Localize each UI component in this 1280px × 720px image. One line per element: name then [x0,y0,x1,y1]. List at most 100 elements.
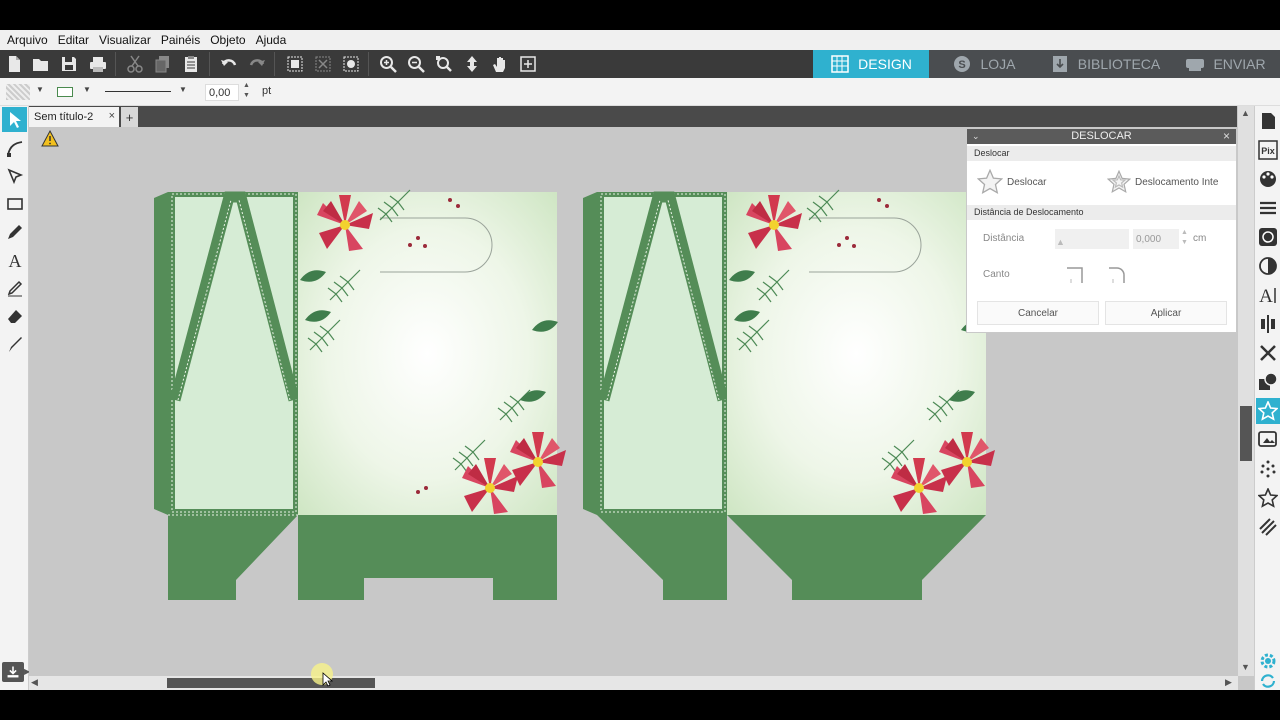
undo-icon[interactable] [217,53,241,75]
sketch-icon[interactable] [1256,456,1280,482]
tab-enviar[interactable]: ENVIAR [1171,50,1280,78]
scroll-down-arrow-icon[interactable]: ▼ [1241,662,1250,672]
options-bar: ▼ ▼ ▼ ▲▼ pt [0,78,1280,106]
align-icon[interactable] [1256,311,1280,337]
group-icon[interactable] [283,53,307,75]
transform-icon[interactable] [1256,253,1280,279]
save-icon[interactable] [57,53,81,75]
svg-text:A: A [8,251,21,269]
move-icon[interactable] [460,53,484,75]
menu-paineis[interactable]: Painéis [158,33,203,47]
zoom-out-icon[interactable] [404,53,428,75]
trace-image-icon[interactable] [1256,427,1280,453]
zoom-in-icon[interactable] [376,53,400,75]
copy-icon[interactable] [151,53,175,75]
hatch-icon[interactable] [1256,514,1280,540]
curve-pen-icon[interactable] [2,135,27,160]
line-color-swatch[interactable] [57,87,73,97]
knife-icon[interactable] [2,331,27,356]
edit-points-icon[interactable] [2,163,27,188]
internal-offset-button[interactable]: Deslocamento Inte [1107,167,1237,197]
scroll-left-arrow-icon[interactable]: ◀ [31,677,38,688]
box-template-1[interactable] [154,189,566,600]
refresh-icon[interactable] [1256,668,1280,690]
line-style-dropdown-arrow-icon[interactable]: ▼ [179,85,187,94]
menu-objeto[interactable]: Objeto [207,33,248,47]
silhouette-studio-window: Arquivo Editar Visualizar Painéis Objeto… [0,30,1280,690]
text-icon[interactable]: A [2,247,27,272]
close-panel-icon[interactable]: × [1223,129,1230,144]
eraser-icon[interactable] [2,303,27,328]
apply-button[interactable]: Aplicar [1105,301,1227,325]
add-tab-button[interactable]: + [121,107,138,127]
select-arrow-icon[interactable] [2,107,27,132]
line-style-icon[interactable] [1256,195,1280,221]
ungroup-icon[interactable] [311,53,335,75]
scroll-up-arrow-icon[interactable]: ▲ [1241,108,1250,118]
menu-bar: Arquivo Editar Visualizar Painéis Objeto… [0,30,1280,50]
new-file-icon[interactable] [2,53,26,75]
tab-document[interactable]: Sem título-2 × [29,107,119,127]
menu-visualizar[interactable]: Visualizar [96,33,154,47]
tab-design[interactable]: DESIGN [813,50,929,78]
distance-unit: cm [1193,233,1207,244]
pixscan-icon[interactable]: Pix [1256,137,1280,163]
vertical-scrollbar[interactable]: ▲ ▼ [1238,106,1254,676]
line-width-unit: pt [262,85,272,97]
fill-color-icon[interactable] [1256,166,1280,192]
star-icon[interactable] [1256,485,1280,511]
vertical-scroll-thumb[interactable] [1240,406,1252,461]
zoom-selection-icon[interactable] [432,53,456,75]
modify-icon[interactable] [1256,369,1280,395]
menu-ajuda[interactable]: Ajuda [253,33,290,47]
corner-sharp-icon[interactable] [1065,265,1085,285]
fill-pattern-swatch[interactable] [6,84,30,100]
close-tab-icon[interactable]: × [109,110,115,122]
svg-text:A: A [1259,286,1273,305]
box-template-2[interactable] [583,189,995,600]
tab-biblioteca-label: BIBLIOTECA [1077,56,1161,72]
fill-icon[interactable] [2,275,27,300]
menu-arquivo[interactable]: Arquivo [4,33,51,47]
internal-offset-star-icon [1107,170,1131,194]
line-color-dropdown-arrow-icon[interactable]: ▼ [83,85,91,94]
pan-hand-icon[interactable] [488,53,512,75]
replicate-icon[interactable] [1256,340,1280,366]
cut-settings-icon[interactable] [339,53,363,75]
offset-button[interactable]: Deslocar [977,167,1087,197]
corner-round-icon[interactable] [1107,265,1127,285]
page-setup-icon[interactable] [1256,108,1280,134]
cut-icon[interactable] [123,53,147,75]
slider-handle-icon[interactable]: ▲ [1056,237,1065,247]
open-folder-icon[interactable] [29,53,53,75]
redo-icon[interactable] [245,53,269,75]
drawer-download-icon [7,666,19,678]
pencil-icon[interactable] [2,219,27,244]
horizontal-scrollbar[interactable]: ◀ ▶ [29,676,1238,690]
offset-icon[interactable] [1256,398,1280,424]
paste-icon[interactable] [179,53,203,75]
fit-page-icon[interactable] [516,53,540,75]
cancel-button[interactable]: Cancelar [977,301,1099,325]
offset-star-icon [977,169,1003,194]
warning-icon[interactable] [41,129,59,147]
line-width-stepper[interactable]: ▲ ▼ [243,81,250,101]
rectangle-icon[interactable] [2,191,27,216]
fill-dropdown-arrow-icon[interactable]: ▼ [36,85,44,94]
menu-editar[interactable]: Editar [55,33,92,47]
trace-icon[interactable] [1256,224,1280,250]
scroll-right-arrow-icon[interactable]: ▶ [1225,677,1232,688]
collapse-chevron-icon[interactable]: ⌄ [972,129,980,144]
distance-slider[interactable]: ▲ [1055,229,1129,249]
distance-stepper[interactable]: ▲ ▼ [1181,228,1188,248]
distance-input[interactable] [1133,229,1179,249]
tab-loja[interactable]: S LOJA [929,50,1039,78]
horizontal-scroll-thumb[interactable] [167,678,375,688]
print-icon[interactable] [86,53,110,75]
distance-section-header: Distância de Deslocamento [967,205,1236,220]
tab-biblioteca[interactable]: BIBLIOTECA [1039,50,1171,78]
line-width-input[interactable] [205,84,239,101]
library-drawer-button[interactable] [2,662,24,682]
line-style-preview[interactable] [105,91,171,92]
text-style-icon[interactable]: A [1256,282,1280,308]
